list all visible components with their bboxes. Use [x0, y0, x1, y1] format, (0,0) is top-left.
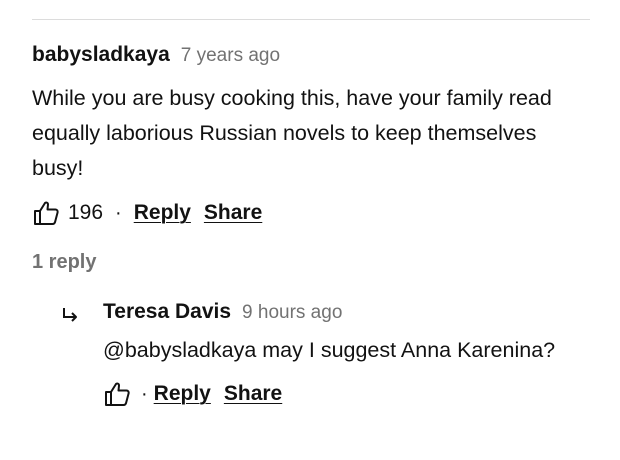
comment-meta: babysladkaya 7 years ago	[32, 43, 592, 67]
reply-timestamp: 9 hours ago	[242, 302, 343, 323]
comment: babysladkaya 7 years ago While you are b…	[32, 43, 592, 227]
reply-button[interactable]: Reply	[154, 382, 211, 406]
share-button[interactable]: Share	[224, 382, 282, 406]
reply-author[interactable]: Teresa Davis	[103, 300, 231, 324]
share-button[interactable]: Share	[204, 201, 262, 225]
reply-arrow-icon	[60, 305, 80, 325]
comment-actions: 196 · Reply Share	[32, 199, 592, 227]
separator-dot: ·	[141, 382, 148, 405]
comment-author[interactable]: babysladkaya	[32, 43, 170, 67]
reply-meta: Teresa Davis 9 hours ago	[103, 300, 583, 324]
comment-text: While you are busy cooking this, have yo…	[32, 86, 552, 180]
reply-text: @babysladkaya may I suggest Anna Karenin…	[103, 338, 556, 362]
top-divider	[32, 19, 590, 20]
thumbs-up-icon[interactable]	[103, 380, 131, 408]
replies-toggle[interactable]: 1 reply	[32, 251, 96, 274]
reply-comment: Teresa Davis 9 hours ago @babysladkaya m…	[103, 300, 583, 408]
separator-dot: ·	[115, 201, 122, 224]
like-count: 196	[68, 201, 104, 224]
thumbs-up-icon[interactable]	[32, 199, 60, 227]
comment-timestamp: 7 years ago	[180, 45, 281, 66]
reply-button[interactable]: Reply	[134, 201, 191, 225]
reply-actions: · Reply Share	[103, 380, 583, 408]
